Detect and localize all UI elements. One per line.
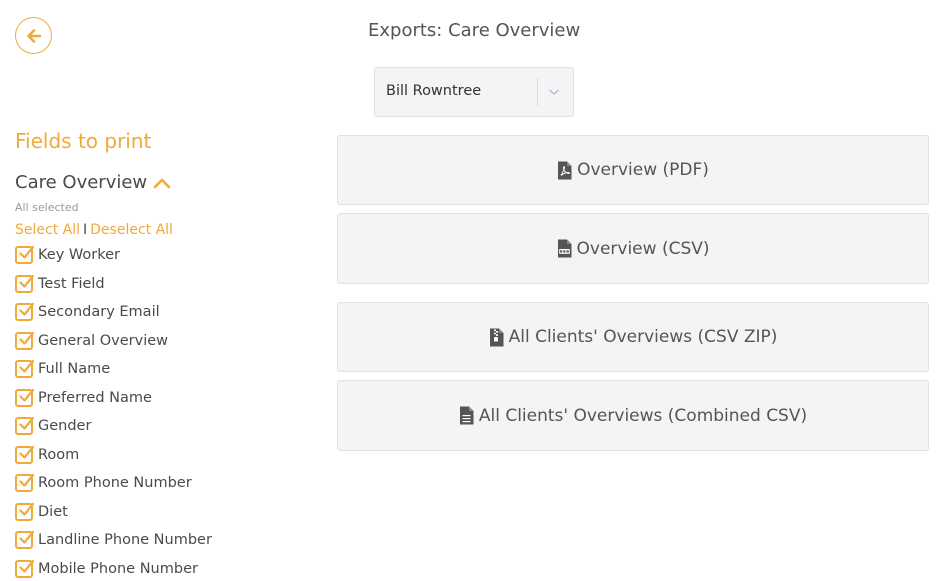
checkmark-icon bbox=[19, 274, 34, 288]
export-label: All Clients' Overviews (Combined CSV) bbox=[478, 405, 808, 426]
field-checkbox-row[interactable]: Room bbox=[15, 444, 79, 466]
checkbox[interactable] bbox=[15, 530, 34, 549]
checkmark-icon bbox=[19, 502, 34, 516]
export-label: All Clients' Overviews (CSV ZIP) bbox=[508, 327, 778, 347]
field-checkbox-row[interactable]: Diet bbox=[15, 501, 68, 523]
field-checkbox-row[interactable]: Key Worker bbox=[15, 244, 120, 266]
field-label: General Overview bbox=[38, 332, 169, 349]
file-pdf-icon bbox=[558, 161, 572, 179]
checkbox[interactable] bbox=[15, 416, 34, 435]
checkmark-icon bbox=[19, 445, 34, 459]
checkbox[interactable] bbox=[15, 274, 34, 293]
field-checkbox-row[interactable]: General Overview bbox=[15, 330, 168, 352]
field-label: Preferred Name bbox=[38, 389, 152, 406]
page-title: Exports: Care Overview bbox=[368, 20, 581, 41]
field-checkbox-row[interactable]: Test Field bbox=[15, 273, 105, 295]
checkbox[interactable] bbox=[15, 502, 34, 521]
checkmark-icon bbox=[19, 359, 34, 373]
checkbox[interactable] bbox=[15, 445, 34, 464]
section-title: Care Overview bbox=[15, 172, 148, 193]
export-overview-pdf-button[interactable]: Overview (PDF) bbox=[337, 135, 929, 205]
select-links: Select All I Deselect All bbox=[15, 222, 173, 238]
fields-heading: Fields to print bbox=[15, 129, 152, 153]
field-label: Key Worker bbox=[38, 247, 120, 263]
field-checkbox-row[interactable]: Mobile Phone Number bbox=[15, 558, 198, 580]
file-zip-icon bbox=[489, 328, 504, 346]
field-label: Mobile Phone Number bbox=[38, 560, 198, 577]
checkmark-icon bbox=[19, 388, 34, 402]
export-all-combined-csv-button[interactable]: All Clients' Overviews (Combined CSV) bbox=[337, 380, 929, 451]
care-overview-section-toggle[interactable]: Care Overview bbox=[15, 172, 171, 193]
back-button[interactable] bbox=[15, 17, 52, 54]
file-csv-icon bbox=[557, 239, 571, 258]
checkmark-icon bbox=[19, 473, 34, 487]
field-label: Gender bbox=[38, 418, 92, 434]
checkmark-icon bbox=[19, 416, 34, 430]
checkbox[interactable] bbox=[15, 473, 34, 492]
checkmark-icon bbox=[19, 245, 34, 259]
file-icon bbox=[459, 406, 474, 425]
checkbox[interactable] bbox=[15, 359, 34, 378]
field-label: Landline Phone Number bbox=[38, 532, 212, 548]
export-label: Overview (CSV) bbox=[576, 238, 710, 259]
field-checkbox-row[interactable]: Secondary Email bbox=[15, 301, 160, 323]
chevron-up-icon bbox=[153, 178, 171, 188]
client-select-value: Bill Rowntree bbox=[386, 83, 482, 99]
field-label: Diet bbox=[38, 503, 68, 520]
select-all-link[interactable]: Select All bbox=[15, 222, 80, 238]
checkmark-icon bbox=[19, 302, 34, 316]
exports-page: Exports: Care Overview Bill Rowntree Fie… bbox=[0, 0, 944, 581]
checkmark-icon bbox=[19, 530, 34, 544]
checkbox[interactable] bbox=[15, 245, 34, 264]
client-select[interactable]: Bill Rowntree bbox=[374, 67, 574, 117]
field-checkbox-row[interactable]: Full Name bbox=[15, 358, 110, 380]
field-label: Room Phone Number bbox=[38, 475, 192, 491]
export-overview-csv-button[interactable]: Overview (CSV) bbox=[337, 213, 929, 284]
export-all-csv-zip-button[interactable]: All Clients' Overviews (CSV ZIP) bbox=[337, 302, 929, 372]
checkbox[interactable] bbox=[15, 388, 34, 407]
field-checkbox-row[interactable]: Preferred Name bbox=[15, 387, 152, 409]
field-checkbox-row[interactable]: Room Phone Number bbox=[15, 472, 192, 494]
deselect-all-link[interactable]: Deselect All bbox=[90, 222, 173, 238]
select-separator bbox=[537, 78, 538, 106]
field-label: Room bbox=[38, 446, 80, 463]
checkbox[interactable] bbox=[15, 331, 34, 350]
field-checkbox-row[interactable]: Landline Phone Number bbox=[15, 529, 212, 551]
export-label: Overview (PDF) bbox=[577, 160, 709, 180]
checkbox[interactable] bbox=[15, 302, 34, 321]
checkmark-icon bbox=[19, 331, 34, 345]
field-label: Full Name bbox=[38, 361, 111, 377]
checkmark-icon bbox=[19, 559, 34, 573]
field-label: Test Field bbox=[38, 275, 105, 292]
section-status: All selected bbox=[15, 201, 79, 214]
field-checkbox-row[interactable]: Gender bbox=[15, 415, 91, 437]
checkbox[interactable] bbox=[15, 559, 34, 578]
field-label: Secondary Email bbox=[38, 304, 160, 320]
link-separator: I bbox=[83, 222, 88, 238]
arrow-left-icon bbox=[26, 28, 41, 43]
chevron-down-icon[interactable] bbox=[548, 87, 560, 97]
